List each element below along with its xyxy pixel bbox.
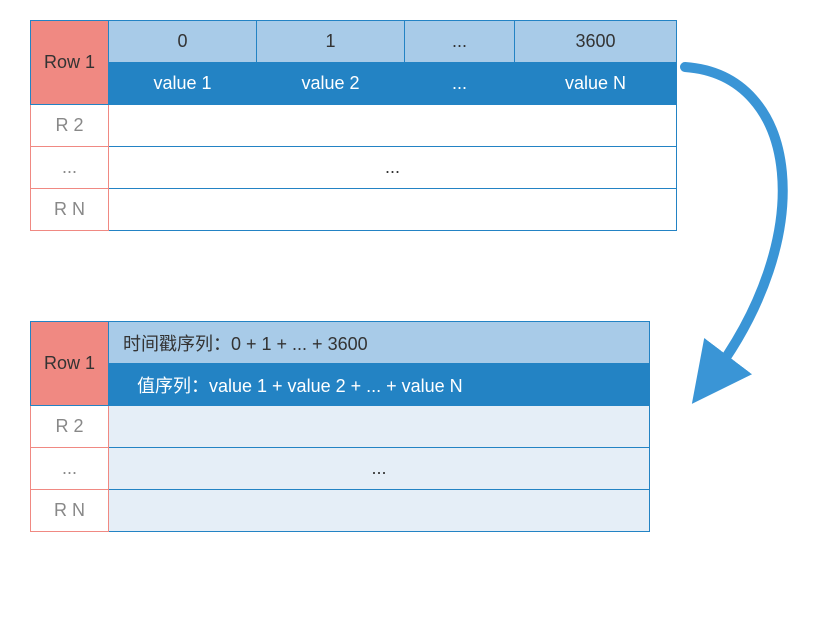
table1-header-0: 0	[109, 21, 257, 63]
table1-value-1: value 1	[109, 63, 257, 105]
target-table: Row 1 时间戳序列：0 + 1 + ... + 3600 值序列：value…	[30, 321, 650, 532]
table1-rn-body	[109, 189, 677, 231]
arrow-icon	[670, 55, 827, 415]
table1-header-1: 1	[257, 21, 405, 63]
table1-value-n: value N	[515, 63, 677, 105]
table1-r2-body	[109, 105, 677, 147]
table1-header-ellipsis: ...	[405, 21, 515, 63]
table1-header-3600: 3600	[515, 21, 677, 63]
table2-row1-header: Row 1	[31, 322, 109, 406]
table1-rn-label: R N	[31, 189, 109, 231]
table1-value-2: value 2	[257, 63, 405, 105]
source-table: Row 1 0 1 ... 3600 value 1 value 2 ... v…	[30, 20, 677, 231]
table2-timestamp-line: 时间戳序列：0 + 1 + ... + 3600	[109, 322, 650, 364]
table2-ellipsis-row-label: ...	[31, 448, 109, 490]
table2-rn-label: R N	[31, 490, 109, 532]
table2-r2-body	[109, 406, 650, 448]
table1-row1-header: Row 1	[31, 21, 109, 105]
table1-value-ellipsis: ...	[405, 63, 515, 105]
table2-rn-body	[109, 490, 650, 532]
diagram-container: Row 1 0 1 ... 3600 value 1 value 2 ... v…	[30, 20, 797, 532]
table1-r2-label: R 2	[31, 105, 109, 147]
table2-ellipsis-row-body: ...	[109, 448, 650, 490]
table2-r2-label: R 2	[31, 406, 109, 448]
table1-ellipsis-row-label: ...	[31, 147, 109, 189]
table1-ellipsis-row-body: ...	[109, 147, 677, 189]
table2-value-line: 值序列：value 1 + value 2 + ... + value N	[109, 364, 650, 406]
